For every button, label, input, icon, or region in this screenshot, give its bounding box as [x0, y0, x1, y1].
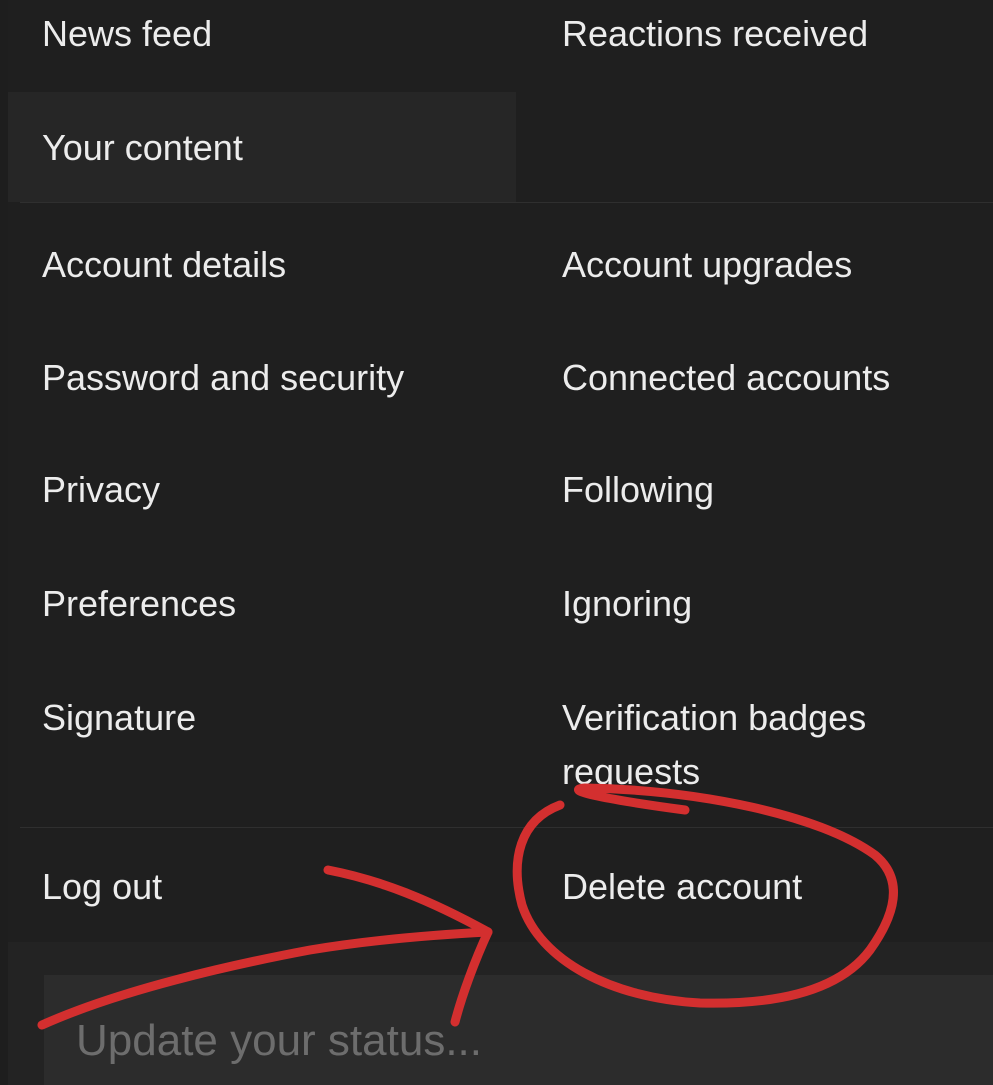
menu-item-account-details[interactable]: Account details — [42, 238, 286, 292]
menu-item-preferences[interactable]: Preferences — [42, 577, 236, 631]
menu-item-ignoring[interactable]: Ignoring — [562, 577, 692, 631]
divider — [20, 202, 993, 203]
menu-item-connected-accounts[interactable]: Connected accounts — [562, 351, 890, 405]
menu-item-privacy[interactable]: Privacy — [42, 463, 160, 517]
menu-item-your-content[interactable]: Your content — [42, 121, 243, 175]
menu-item-verification-badges-requests[interactable]: Verification badges requests — [562, 691, 962, 799]
status-update-input[interactable] — [44, 975, 993, 1085]
menu-item-delete-account[interactable]: Delete account — [562, 860, 802, 914]
menu-item-signature[interactable]: Signature — [42, 691, 196, 745]
menu-item-log-out[interactable]: Log out — [42, 860, 162, 914]
menu-item-news-feed[interactable]: News feed — [42, 7, 212, 61]
divider — [20, 827, 993, 828]
menu-item-account-upgrades[interactable]: Account upgrades — [562, 238, 852, 292]
menu-item-following[interactable]: Following — [562, 463, 714, 517]
menu-item-reactions-received[interactable]: Reactions received — [562, 7, 868, 61]
menu-item-password-security[interactable]: Password and security — [42, 351, 404, 405]
